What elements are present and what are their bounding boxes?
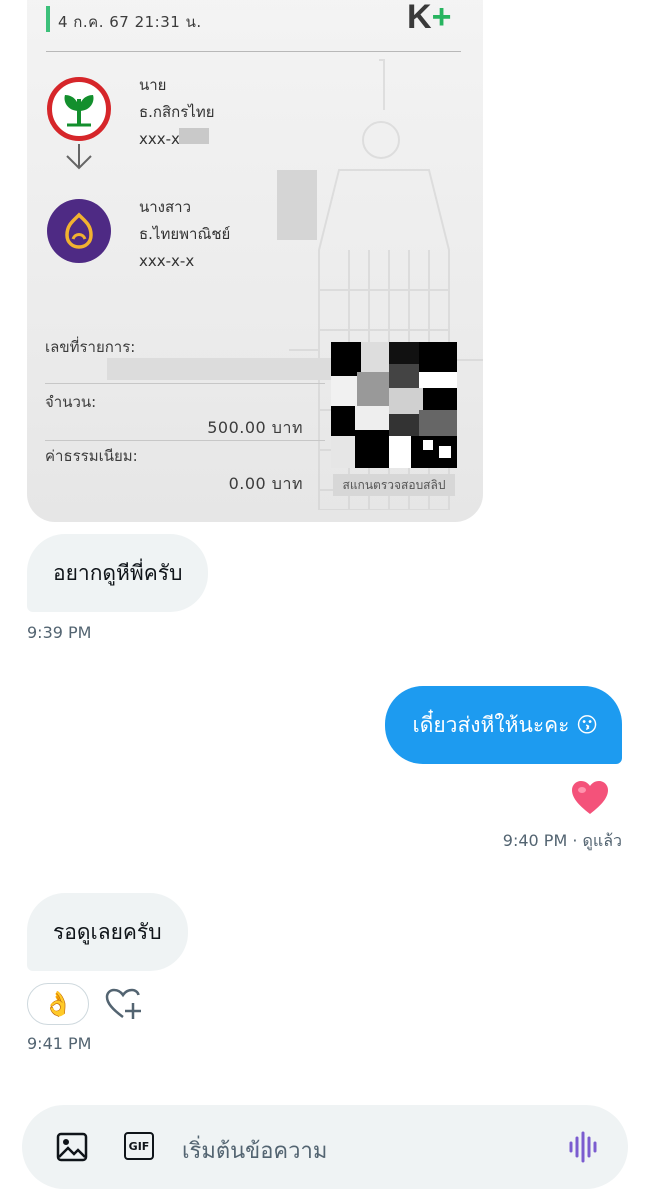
slip-date: 4 ก.ค. 67 21:31 น. (58, 13, 202, 31)
qr-code (331, 342, 457, 468)
kplus-logo: K+ (407, 0, 452, 36)
message-bubble-received[interactable]: รอดูเลยครับ (27, 893, 188, 971)
message-timestamp: 9:39 PM (27, 623, 92, 642)
ok-hand-emoji: 👌 (43, 990, 73, 1018)
slip-divider (46, 51, 461, 52)
message-status: 9:40 PM · ดูแล้ว (502, 831, 622, 850)
message-composer: GIF เริ่มต้นข้อความ (22, 1105, 628, 1189)
redacted-block (277, 170, 317, 240)
redacted-reference (107, 358, 337, 380)
message-timestamp: 9:41 PM (27, 1034, 92, 1053)
gif-icon[interactable]: GIF (124, 1132, 154, 1160)
heart-reaction-icon[interactable] (571, 780, 609, 816)
receiver-info: นางสาว ธ.ไทยพาณิชย์ xxx-x-x (139, 194, 230, 275)
gif-label: GIF (128, 1139, 150, 1153)
sender-title: นาย (139, 76, 167, 94)
scb-logo (47, 199, 111, 263)
message-input[interactable]: เริ่มต้นข้อความ (182, 1133, 327, 1168)
header-accent-bar (46, 6, 50, 32)
reference-label: เลขที่รายการ: (45, 338, 136, 356)
voice-icon[interactable] (568, 1129, 600, 1165)
amount-underline (45, 440, 325, 441)
add-reaction-icon[interactable] (104, 987, 142, 1023)
fee-label: ค่าธรรมเนียม: (45, 447, 138, 465)
sender-bank: ธ.กสิกรไทย (139, 103, 215, 121)
kbank-logo (47, 77, 111, 141)
amount-value: 500.00 บาท (207, 418, 303, 437)
verify-slip-label: สแกนตรวจสอบสลิป (333, 474, 455, 496)
fee-value: 0.00 บาท (228, 474, 303, 493)
redacted-block (179, 128, 209, 144)
image-icon[interactable] (56, 1131, 88, 1163)
arrow-down-icon (66, 144, 92, 170)
transfer-slip-image[interactable]: 4 ก.ค. 67 21:31 น. K+ นาย ธ.กสิกรไทย xxx… (27, 0, 483, 522)
amount-label: จำนวน: (45, 393, 97, 411)
receiver-title: นางสาว (139, 198, 192, 216)
reference-underline (45, 383, 325, 384)
message-bubble-received[interactable]: อยากดูหีพี่ครับ (27, 534, 209, 612)
message-bubble-sent[interactable]: เดี๋ยวส่งหีให้นะคะ 😗 (384, 686, 622, 764)
receiver-account: xxx-x-x (139, 252, 195, 270)
receiver-bank: ธ.ไทยพาณิชย์ (139, 225, 231, 243)
ok-hand-reaction[interactable]: 👌 (27, 983, 89, 1025)
